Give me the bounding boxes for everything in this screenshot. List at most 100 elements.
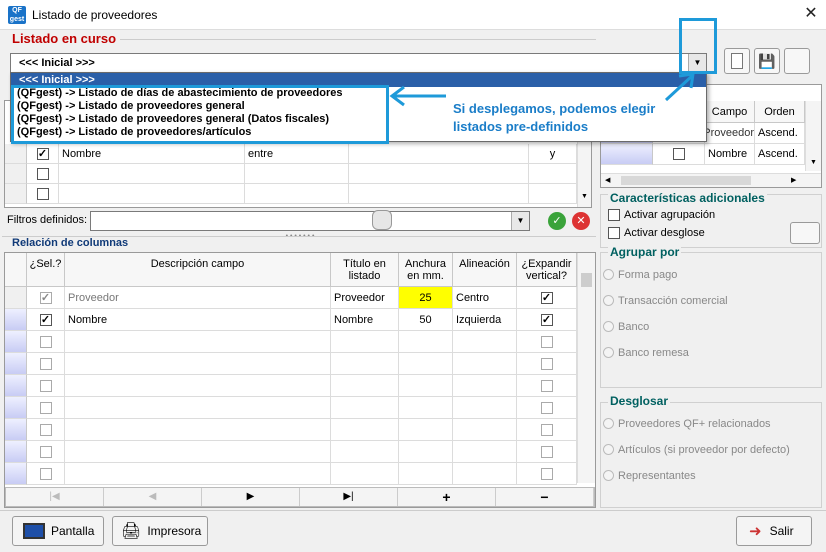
agrupacion-checkbox[interactable] — [608, 209, 620, 221]
radio-articulos[interactable] — [603, 444, 614, 455]
impresora-button[interactable]: 🖨 Impresora — [112, 516, 208, 546]
radio-transaccion[interactable] — [603, 295, 614, 306]
desglose-checkbox[interactable] — [608, 227, 620, 239]
nav-delete-button[interactable]: − — [496, 488, 594, 506]
checkbox[interactable] — [540, 423, 553, 436]
grid-cell[interactable] — [331, 331, 399, 353]
grid-cell[interactable] — [331, 353, 399, 375]
grid-cell[interactable] — [65, 397, 331, 419]
grid-cell[interactable] — [453, 331, 517, 353]
grid-checkbox-cell[interactable] — [517, 353, 577, 375]
orden-direction[interactable]: Ascend. — [755, 123, 805, 144]
grid-cell[interactable] — [65, 353, 331, 375]
col-sel-checkbox[interactable]: ✓ — [27, 287, 65, 309]
grid-cell[interactable] — [331, 397, 399, 419]
col-titulo[interactable]: Nombre — [331, 309, 399, 331]
grid-checkbox-cell[interactable] — [517, 441, 577, 463]
checkbox[interactable] — [39, 467, 52, 480]
grid-cell[interactable] — [453, 463, 517, 485]
grid-cell[interactable] — [331, 463, 399, 485]
row-selector[interactable] — [5, 419, 27, 441]
delete-filter-icon[interactable]: ✕ — [572, 212, 590, 230]
save-icon[interactable]: 💾 — [754, 48, 780, 74]
nav-add-button[interactable]: + — [398, 488, 496, 506]
row-selector[interactable] — [5, 331, 27, 353]
checkbox[interactable] — [540, 379, 553, 392]
col-anchura[interactable]: 50 — [399, 309, 453, 331]
nav-next-button[interactable]: ▶ — [202, 488, 300, 506]
config-button[interactable] — [790, 222, 820, 244]
grid-cell[interactable] — [65, 441, 331, 463]
col-alineacion[interactable]: Izquierda — [453, 309, 517, 331]
col-expandir-checkbox[interactable]: ✓ — [517, 309, 577, 331]
scrollbar[interactable]: ◀ ▶ — [601, 173, 821, 187]
checkbox[interactable] — [39, 357, 52, 370]
col-alineacion[interactable]: Centro — [453, 287, 517, 309]
grid-cell[interactable] — [399, 463, 453, 485]
new-document-icon[interactable] — [724, 48, 750, 74]
filter-operator[interactable]: entre — [245, 144, 349, 164]
checkbox[interactable] — [540, 401, 553, 414]
grid-cell[interactable] — [399, 441, 453, 463]
grid-checkbox-cell[interactable] — [27, 375, 65, 397]
grid-checkbox-cell[interactable] — [27, 463, 65, 485]
nav-first-button[interactable]: |◀ — [6, 488, 104, 506]
save-as-icon[interactable] — [784, 48, 810, 74]
nav-last-button[interactable]: ▶| — [300, 488, 398, 506]
orden-direction[interactable]: Ascend. — [755, 144, 805, 165]
radio-representantes[interactable] — [603, 470, 614, 481]
apply-filter-icon[interactable]: ✓ — [548, 212, 566, 230]
grid-cell[interactable] — [65, 419, 331, 441]
grid-cell[interactable] — [399, 331, 453, 353]
filtros-select[interactable]: ▼ — [90, 211, 530, 231]
checkbox[interactable] — [540, 335, 553, 348]
row-selector[interactable] — [5, 375, 27, 397]
filter-row-checkbox[interactable]: ✓ — [27, 144, 59, 164]
grid-checkbox-cell[interactable] — [27, 441, 65, 463]
col-sel-checkbox[interactable]: ✓ — [27, 309, 65, 331]
grid-checkbox-cell[interactable] — [517, 463, 577, 485]
grid-checkbox-cell[interactable] — [517, 331, 577, 353]
checkbox[interactable] — [39, 401, 52, 414]
grid-checkbox-cell[interactable] — [517, 419, 577, 441]
grid-cell[interactable] — [453, 441, 517, 463]
col-titulo[interactable]: Proveedor — [331, 287, 399, 309]
checkbox[interactable] — [540, 445, 553, 458]
scrollbar[interactable] — [577, 253, 595, 483]
close-icon[interactable]: ✕ — [800, 4, 822, 24]
scrollbar[interactable]: ▼ — [805, 101, 821, 171]
grid-cell[interactable] — [453, 419, 517, 441]
checkbox[interactable] — [39, 379, 52, 392]
nav-prev-button[interactable]: ◀ — [104, 488, 202, 506]
row-selector[interactable] — [5, 441, 27, 463]
checkbox[interactable] — [540, 357, 553, 370]
dropdown-arrow-icon[interactable]: ▼ — [511, 212, 529, 230]
radio-banco-remesa[interactable] — [603, 347, 614, 358]
filter-value[interactable]: y — [529, 144, 577, 164]
row-selector[interactable] — [5, 397, 27, 419]
grid-checkbox-cell[interactable] — [27, 353, 65, 375]
row-selector[interactable] — [5, 353, 27, 375]
grid-cell[interactable] — [331, 441, 399, 463]
salir-button[interactable]: ➜ Salir — [736, 516, 812, 546]
scrollbar[interactable]: ▼ — [577, 141, 591, 207]
grid-cell[interactable] — [399, 353, 453, 375]
grid-cell[interactable] — [453, 375, 517, 397]
grid-cell[interactable] — [65, 375, 331, 397]
slider-handle[interactable] — [372, 210, 392, 230]
checkbox[interactable] — [540, 467, 553, 480]
checkbox[interactable] — [39, 335, 52, 348]
pantalla-button[interactable]: Pantalla — [12, 516, 104, 546]
grid-cell[interactable] — [331, 419, 399, 441]
grid-checkbox-cell[interactable] — [27, 397, 65, 419]
grid-checkbox-cell[interactable] — [517, 375, 577, 397]
grid-cell[interactable] — [65, 463, 331, 485]
radio-banco[interactable] — [603, 321, 614, 332]
radio-proveedores-qf[interactable] — [603, 418, 614, 429]
grid-checkbox-cell[interactable] — [517, 397, 577, 419]
col-anchura[interactable]: 25 — [399, 287, 453, 309]
grid-checkbox-cell[interactable] — [27, 331, 65, 353]
grid-cell[interactable] — [399, 375, 453, 397]
radio-forma-pago[interactable] — [603, 269, 614, 280]
checkbox[interactable] — [39, 445, 52, 458]
